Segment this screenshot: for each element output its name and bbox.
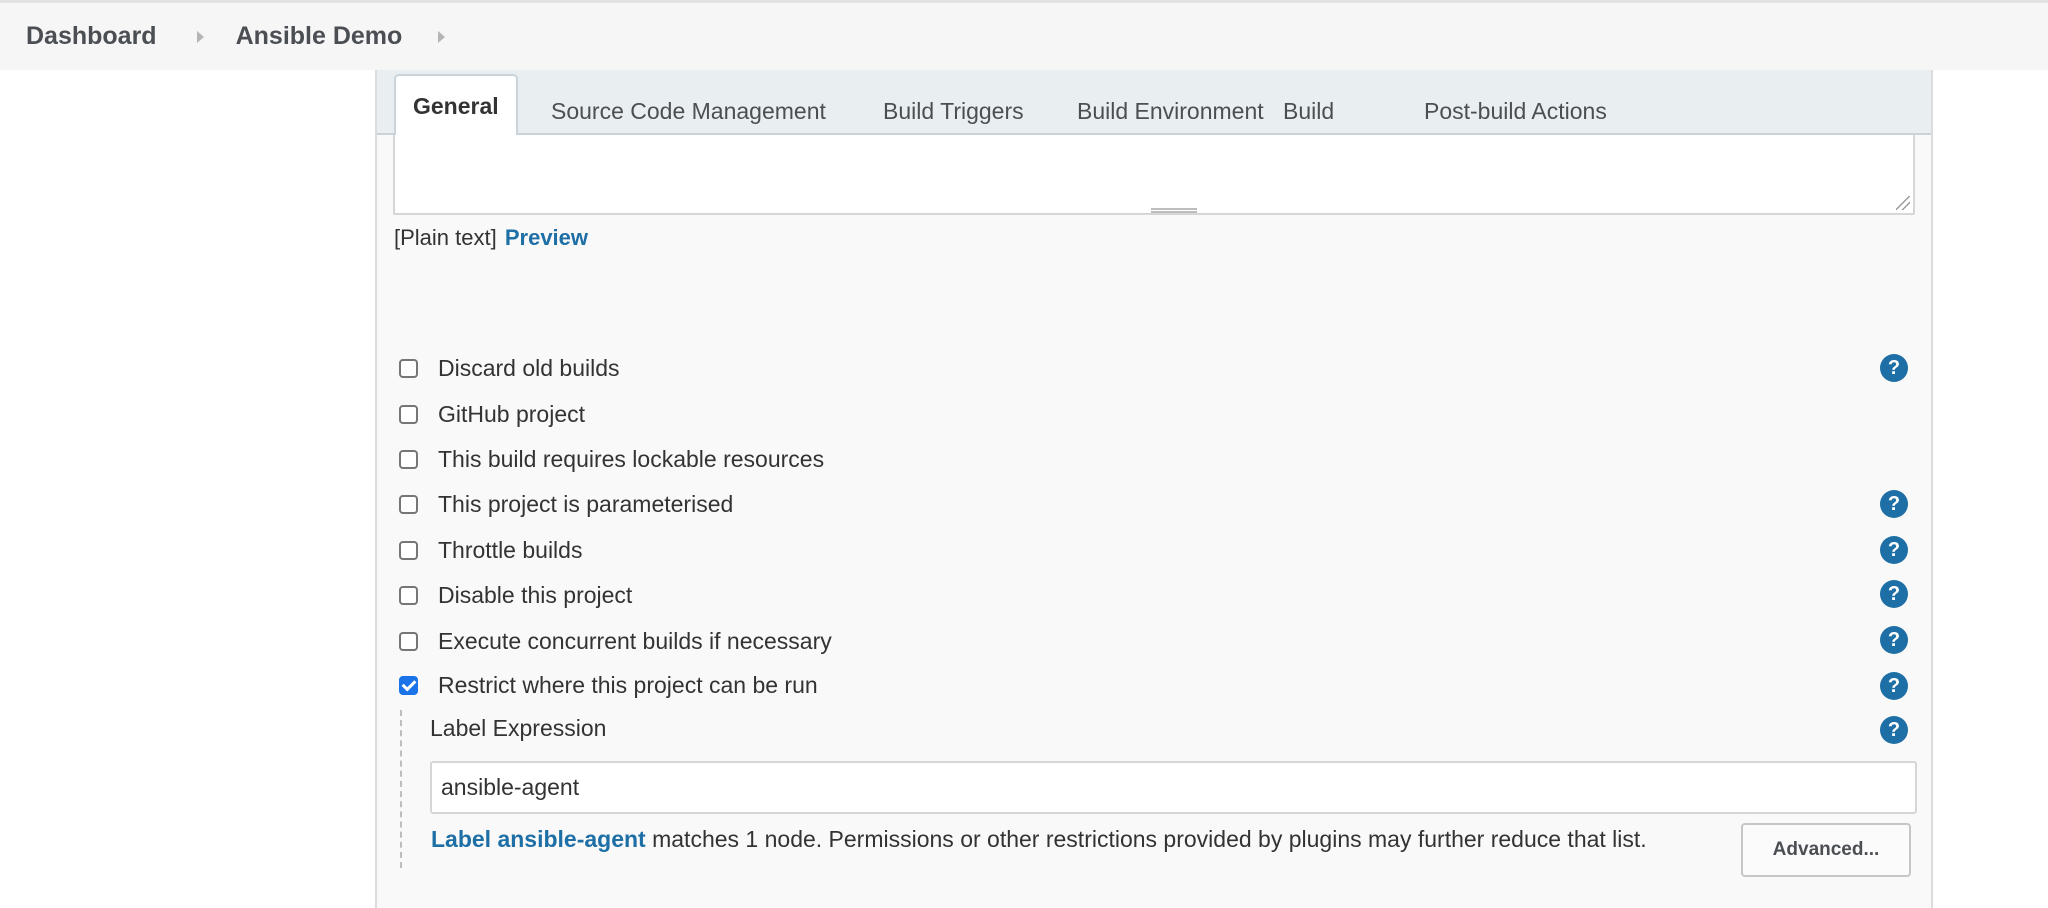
tab-build-triggers[interactable]: Build Triggers	[883, 90, 1024, 132]
checkbox-restrict-where-run[interactable]	[399, 675, 418, 695]
breadcrumb-separator-icon[interactable]	[438, 30, 446, 43]
nested-section-guide	[400, 710, 402, 868]
tab-build[interactable]: Build	[1283, 90, 1334, 132]
tab-source-code-management[interactable]: Source Code Management	[551, 90, 826, 132]
help-icon[interactable]: ?	[1880, 672, 1908, 700]
checkbox-github-project[interactable]	[399, 404, 418, 424]
option-label: Discard old builds	[438, 354, 620, 381]
label-match-info: Label ansible-agent matches 1 node. Perm…	[431, 826, 1647, 853]
checkbox-lockable-resources[interactable]	[399, 449, 418, 469]
config-panel: General Source Code Management Build Tri…	[375, 70, 1933, 908]
breadcrumb-ansible-demo[interactable]: Ansible Demo	[236, 22, 403, 51]
description-textarea[interactable]	[393, 135, 1915, 215]
checkbox-throttle-builds[interactable]	[399, 540, 418, 560]
help-icon[interactable]: ?	[1880, 536, 1908, 564]
option-restrict-where-run[interactable]: Restrict where this project can be run	[399, 667, 818, 703]
advanced-button[interactable]: Advanced...	[1741, 823, 1911, 877]
option-label: Disable this project	[438, 581, 633, 608]
option-github-project[interactable]: GitHub project	[399, 396, 585, 432]
label-expression-label: Label Expression	[430, 715, 607, 741]
breadcrumb-separator-icon[interactable]	[196, 30, 204, 43]
help-icon[interactable]: ?	[1880, 626, 1908, 654]
checkbox-discard-old-builds[interactable]	[399, 358, 418, 378]
description-format-line: [Plain text] Preview	[394, 225, 588, 251]
label-expression-input[interactable]	[430, 761, 1917, 814]
format-label: [Plain text]	[394, 225, 497, 250]
option-throttle-builds[interactable]: Throttle builds	[399, 532, 582, 568]
breadcrumb: Dashboard Ansible Demo	[0, 0, 2048, 70]
resize-grip-icon[interactable]	[1896, 196, 1910, 210]
help-icon[interactable]: ?	[1880, 354, 1908, 382]
help-icon[interactable]: ?	[1880, 580, 1908, 608]
option-label: This project is parameterised	[438, 490, 734, 517]
option-label: This build requires lockable resources	[438, 445, 825, 472]
option-label: Restrict where this project can be run	[438, 671, 818, 698]
checkbox-disable-project[interactable]	[399, 585, 418, 605]
option-discard-old-builds[interactable]: Discard old builds	[399, 350, 620, 386]
help-icon[interactable]: ?	[1880, 716, 1908, 744]
option-label: Throttle builds	[438, 536, 583, 563]
help-icon[interactable]: ?	[1880, 490, 1908, 518]
config-tab-bar: General Source Code Management Build Tri…	[377, 70, 1931, 137]
breadcrumb-dashboard[interactable]: Dashboard	[26, 22, 157, 51]
match-description: matches 1 node. Permissions or other res…	[645, 826, 1647, 852]
option-label: GitHub project	[438, 400, 586, 427]
tab-post-build-actions[interactable]: Post-build Actions	[1424, 90, 1607, 132]
option-lockable-resources[interactable]: This build requires lockable resources	[399, 441, 824, 477]
option-parameterised[interactable]: This project is parameterised	[399, 486, 733, 522]
option-disable-project[interactable]: Disable this project	[399, 577, 632, 613]
preview-link[interactable]: Preview	[505, 225, 588, 250]
label-ansible-agent-link[interactable]: Label ansible-agent	[431, 826, 646, 852]
tab-build-environment[interactable]: Build Environment	[1077, 90, 1264, 132]
tab-general[interactable]: General	[394, 74, 518, 137]
option-label: Execute concurrent builds if necessary	[438, 627, 832, 654]
textarea-expand-handle[interactable]	[1151, 208, 1197, 213]
checkbox-parameterised[interactable]	[399, 494, 418, 514]
checkbox-concurrent-builds[interactable]	[399, 631, 418, 651]
option-concurrent-builds[interactable]: Execute concurrent builds if necessary	[399, 623, 832, 659]
